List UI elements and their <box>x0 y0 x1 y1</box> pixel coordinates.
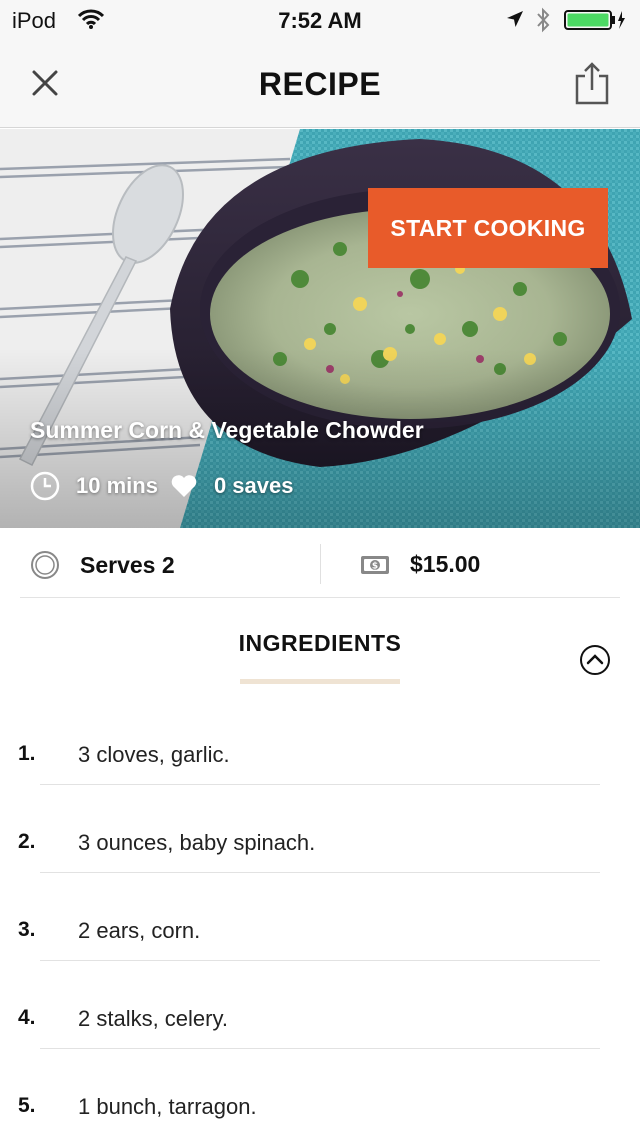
ingredient-number: 2. <box>18 830 36 853</box>
chevron-up-icon[interactable] <box>579 644 611 676</box>
clock-icon <box>30 471 60 501</box>
recipe-meta: 10 mins 0 saves <box>30 469 293 503</box>
divider <box>40 872 600 873</box>
start-cooking-button[interactable]: START COOKING <box>368 188 608 268</box>
serves-label: Serves 2 <box>80 551 175 578</box>
cost-label: $15.00 <box>410 551 481 577</box>
ingredient-text: 3 ounces, baby spinach. <box>78 830 316 855</box>
ingredient-number: 1. <box>18 742 36 765</box>
ingredient-item: 4. 2 stalks, celery. <box>0 974 640 1062</box>
ingredients-list: 1. 3 cloves, garlic. 2. 3 ounces, baby s… <box>0 710 640 1136</box>
share-icon[interactable] <box>570 60 614 106</box>
cook-time: 10 mins <box>76 473 158 498</box>
svg-text:$: $ <box>372 561 378 571</box>
ingredient-item: 1. 3 cloves, garlic. <box>0 710 640 798</box>
ingredient-text: 2 stalks, celery. <box>78 1006 228 1031</box>
recipe-info-row: Serves 2 $ $15.00 <box>20 530 620 598</box>
ingredient-number: 3. <box>18 918 36 941</box>
ingredient-item: 5. 1 bunch, tarragon. <box>0 1062 640 1136</box>
divider <box>40 784 600 785</box>
serves-info: Serves 2 <box>30 550 175 580</box>
recipe-title: Summer Corn & Vegetable Chowder <box>30 417 424 443</box>
battery-icon <box>564 10 628 35</box>
info-divider <box>320 544 321 584</box>
recipe-hero: START COOKING Summer Corn & Vegetable Ch… <box>0 129 640 528</box>
ingredient-item: 3. 2 ears, corn. <box>0 886 640 974</box>
ingredient-number: 4. <box>18 1006 36 1029</box>
divider <box>40 1048 600 1049</box>
navigation-bar: RECIPE <box>0 40 640 128</box>
page-title: RECIPE <box>258 66 382 102</box>
cost-info: $ $15.00 <box>360 551 480 578</box>
ingredient-number: 5. <box>18 1094 36 1117</box>
ingredient-item: 2. 3 ounces, baby spinach. <box>0 798 640 886</box>
status-bar: iPod 7:52 AM <box>0 0 640 40</box>
heart-icon[interactable] <box>170 473 198 499</box>
divider <box>40 960 600 961</box>
save-count: 0 saves <box>213 473 294 498</box>
bluetooth-icon <box>535 7 551 38</box>
ingredients-underline <box>240 679 400 684</box>
ingredient-text: 1 bunch, tarragon. <box>78 1094 257 1119</box>
ingredient-text: 2 ears, corn. <box>78 918 201 943</box>
location-arrow-icon <box>506 10 524 33</box>
serves-icon <box>30 550 60 580</box>
ingredients-header: INGREDIENTS <box>238 630 402 656</box>
money-icon: $ <box>360 555 390 575</box>
ingredient-text: 3 cloves, garlic. <box>78 742 230 767</box>
